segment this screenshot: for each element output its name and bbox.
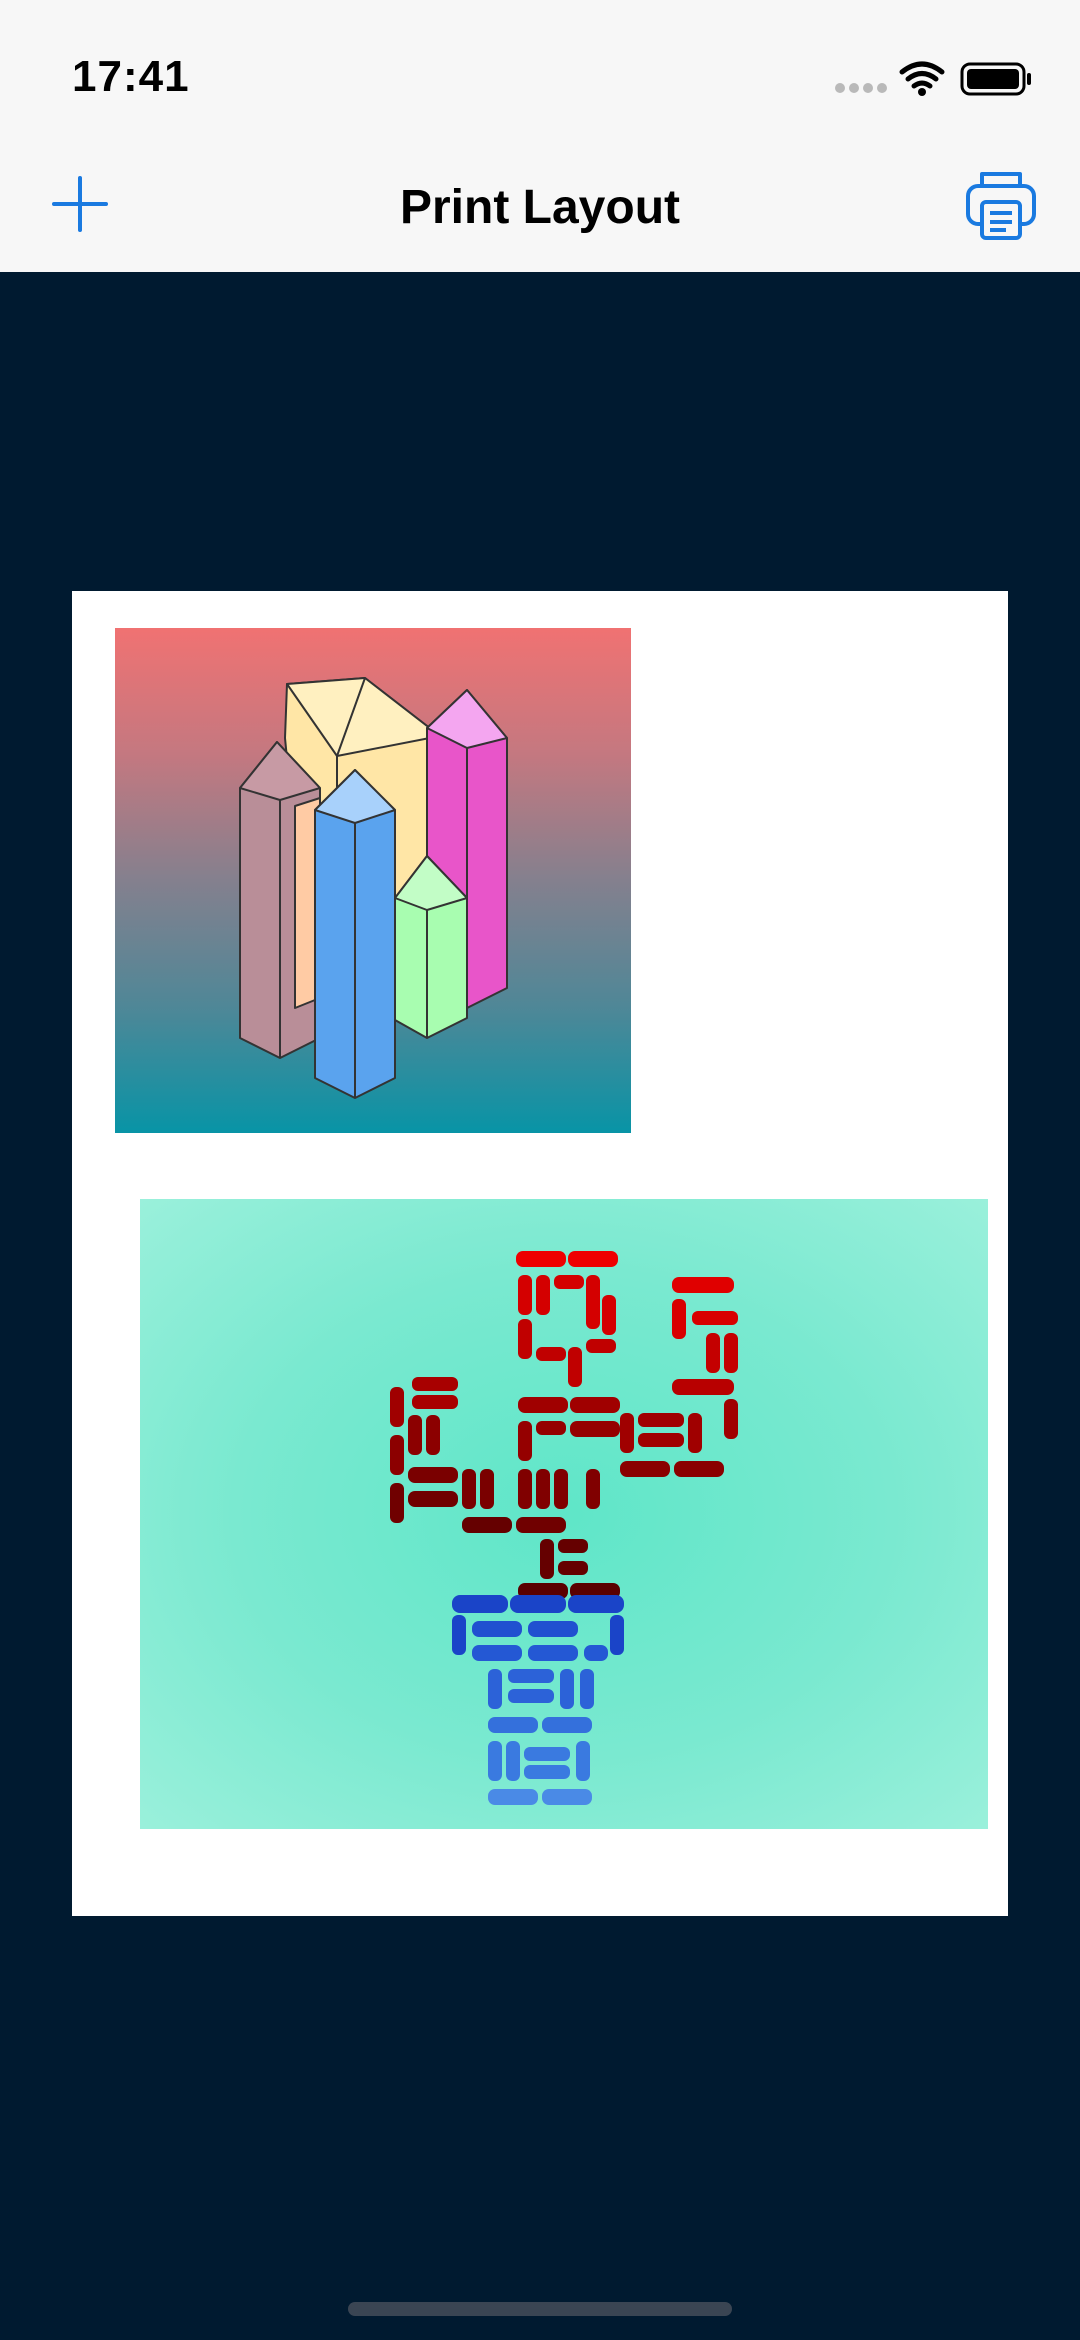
nav-bar: Print Layout (0, 142, 1080, 273)
status-icons (835, 61, 1031, 96)
battery-icon (960, 62, 1031, 96)
crystal-towers-illustration (239, 677, 508, 1099)
status-bar: 17:41 (0, 0, 1080, 142)
print-button[interactable] (962, 166, 1040, 244)
brick-cactus-illustration (390, 1251, 738, 1805)
home-indicator[interactable] (348, 2302, 732, 2316)
printer-icon (966, 172, 1036, 240)
wifi-icon (899, 61, 945, 89)
status-time: 17:41 (72, 52, 190, 101)
page-title: Print Layout (399, 181, 680, 234)
crystal-towers-image (115, 628, 631, 1133)
signal-dots-icon (835, 83, 887, 93)
brick-cactus-image (140, 1199, 988, 1829)
